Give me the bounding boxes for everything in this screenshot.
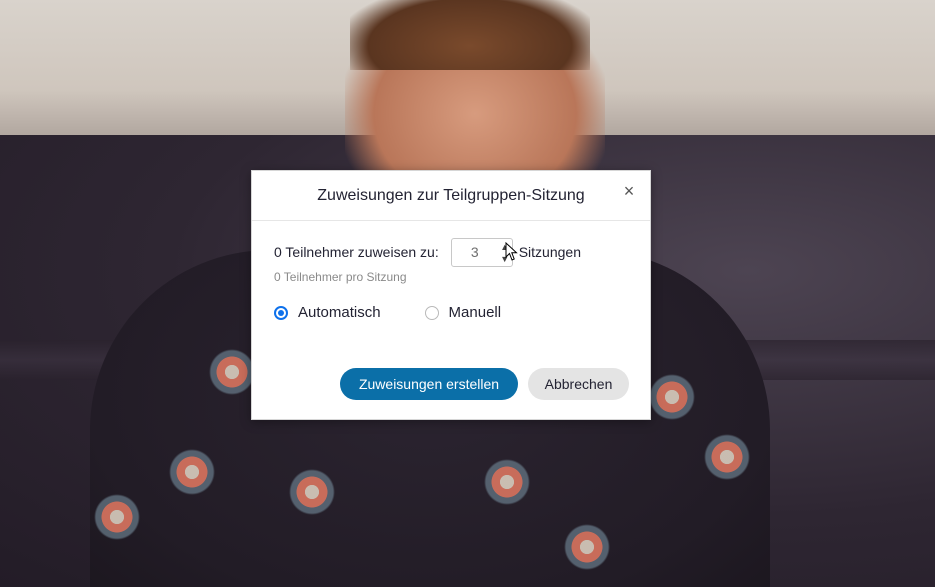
radio-automatic-label[interactable]: Automatisch [298,304,381,321]
radio-manual-label[interactable]: Manuell [449,304,502,321]
shirt-pattern [700,430,754,484]
create-assignments-button[interactable]: Zuweisungen erstellen [340,368,518,400]
participant-hair [350,0,590,70]
radio-automatic[interactable]: Automatisch [274,304,381,321]
assignment-mode-group: Automatisch Manuell [274,304,501,321]
radio-unselected-icon[interactable] [424,305,439,320]
shirt-pattern [165,445,219,499]
session-count-value[interactable]: 3 [452,239,498,266]
radio-manual[interactable]: Manuell [424,304,502,321]
per-session-info: 0 Teilnehmer pro Sitzung [274,270,407,284]
close-icon[interactable]: × [620,182,638,200]
session-count-stepper[interactable]: 3 ▲ ▼ [450,237,513,267]
shirt-pattern [285,465,339,519]
shirt-pattern [645,370,699,424]
assign-row: 0 Teilnehmer zuweisen zu: 3 ▲ ▼ Sitzunge… [274,237,581,267]
shirt-pattern [480,455,534,509]
sessions-label: Sitzungen [518,244,581,260]
shirt-pattern [560,520,614,574]
shirt-pattern [90,490,144,544]
mouse-cursor-icon [505,242,518,261]
cancel-button[interactable]: Abbrechen [528,368,629,400]
breakout-assign-dialog: Zuweisungen zur Teilgruppen-Sitzung × 0 … [251,170,651,420]
radio-selected-icon[interactable] [274,305,288,320]
dialog-title: Zuweisungen zur Teilgruppen-Sitzung [252,171,650,221]
assign-label: 0 Teilnehmer zuweisen zu: [274,244,439,260]
